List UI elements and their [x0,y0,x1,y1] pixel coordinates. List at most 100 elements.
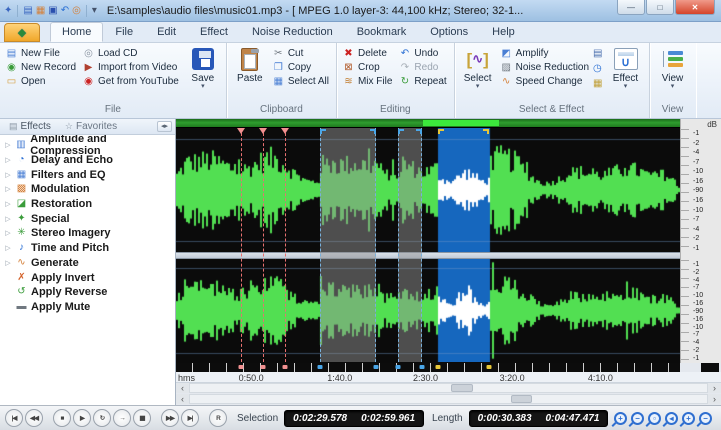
tree-item-special[interactable]: ▷ ✦ Special [4,211,175,226]
tab-edit[interactable]: Edit [145,22,188,42]
zoom-out-button[interactable]: − [631,411,644,425]
view-button[interactable]: View ▾ [653,45,693,90]
loop-button[interactable]: ↻ [93,409,111,427]
expand-arrow-icon[interactable]: ▷ [4,244,12,252]
waveform-display[interactable] [176,119,680,363]
expand-arrow-icon[interactable]: ▷ [4,200,12,208]
timer-icon[interactable]: ◷ [593,63,602,74]
bookmark-marker-icon[interactable] [258,128,267,134]
effect-button[interactable]: ∪ Effect ▾ [606,45,646,90]
zoom-vertical-out-button[interactable]: − [699,411,712,425]
marquee-tool-icon[interactable]: ▤ [593,48,602,59]
record-button[interactable]: R [209,409,227,427]
tree-item-filters-and-eq[interactable]: ▷ ▦ Filters and EQ [4,167,175,182]
open-icon[interactable]: ▦ [36,5,45,16]
overview-bar[interactable] [176,119,680,128]
noise-reduction-button[interactable]: ▨ Noise Reduction [500,62,589,73]
scroll-left-arrow[interactable]: ‹ [176,394,189,404]
minimize-button[interactable]: — [617,0,645,15]
amplify-button[interactable]: ◩ Amplify [500,48,589,59]
close-button[interactable]: ✕ [675,0,715,15]
play-button[interactable]: ▶ [73,409,91,427]
skip-start-button[interactable]: |◀ [5,409,23,427]
play-selection-button[interactable]: → [113,409,131,427]
tab-help[interactable]: Help [480,22,527,42]
tree-item-generate[interactable]: ▷ ∿ Generate [4,256,175,271]
grid-icon[interactable]: ▦ [593,78,602,89]
delete-button[interactable]: ✖ Delete [342,48,392,59]
application-menu-button[interactable]: ◆ [4,23,40,42]
scroll-right-arrow[interactable]: › [708,383,721,393]
qat-dropdown-icon[interactable]: ▾ [92,5,97,16]
tab-effect[interactable]: Effect [188,22,240,42]
new-file-button[interactable]: ▤ New File [5,48,76,59]
expand-arrow-icon[interactable]: ▷ [4,141,12,149]
tab-bookmark[interactable]: Bookmark [345,22,419,42]
tab-file[interactable]: File [103,22,145,42]
redo-button[interactable]: ↷ Redo [398,62,446,73]
skip-end-button[interactable]: ▶| [181,409,199,427]
app-icon[interactable]: ✦ [4,5,12,16]
get-from-youtube-button[interactable]: ◉ Get from YouTube [82,76,179,87]
zoom-selection-button[interactable]: ▫ [648,411,661,425]
pane-cycle-button[interactable]: ◂▸ [156,121,172,132]
expand-arrow-icon[interactable]: ▷ [4,259,12,267]
speed-change-button[interactable]: ∿ Speed Change [500,76,589,87]
new-file-icon[interactable]: ▤ [23,5,32,16]
tab-home[interactable]: Home [50,22,104,42]
expand-arrow-icon[interactable]: ▷ [4,215,12,223]
cut-button[interactable]: ✂ Cut [272,48,329,59]
tab-options[interactable]: Options [418,22,480,42]
mix-file-button[interactable]: ≋ Mix File [342,76,392,87]
zoom-vertical-in-button[interactable]: + [682,411,695,425]
select-button[interactable]: [∿] Select ▾ [458,45,498,91]
copy-button[interactable]: ❐ Copy [272,62,329,73]
channel-divider[interactable] [176,252,680,259]
bookmark-marker-icon[interactable] [280,128,289,134]
save-icon[interactable]: ▣ [48,5,57,16]
undo-button[interactable]: ↶ Undo [398,48,446,59]
scrollbar-thumb[interactable] [510,395,533,403]
expand-arrow-icon[interactable]: ▷ [4,156,12,164]
zoom-full-button[interactable]: ◂ [665,411,678,425]
repeat-button[interactable]: ↻ Repeat [398,76,447,87]
tab-noise-reduction[interactable]: Noise Reduction [240,22,345,42]
pause-button[interactable]: ▮▮ [133,409,151,427]
region-start-marker-icon[interactable] [397,129,404,134]
bookmark-line[interactable] [284,128,286,362]
waveform-right-channel[interactable] [176,259,680,362]
open-button[interactable]: ▭ Open [5,76,76,87]
tree-item-modulation[interactable]: ▷ ▩ Modulation [4,182,175,197]
bookmark-marker-icon[interactable] [237,128,246,134]
new-record-button[interactable]: ◉ New Record [5,62,76,73]
tree-item-apply-mute[interactable]: ▬ Apply Mute [4,300,175,315]
region-end-marker-icon[interactable] [369,129,376,134]
zoom-in-button[interactable]: + [614,411,627,425]
undo-icon[interactable]: ↶ [61,5,69,16]
scroll-left-arrow[interactable]: ‹ [176,383,189,393]
region-start-marker-icon[interactable] [319,129,326,134]
tab-favorites[interactable]: ☆ Favorites [59,120,123,133]
bookmark-line[interactable] [241,128,243,362]
timeline-ruler[interactable] [176,363,680,373]
tree-item-time-and-pitch[interactable]: ▷ ♪ Time and Pitch [4,241,175,256]
expand-arrow-icon[interactable]: ▷ [4,185,12,193]
rewind-button[interactable]: ◀◀ [25,409,43,427]
tree-item-apply-reverse[interactable]: ↺ Apply Reverse [4,285,175,300]
selection-start-marker-icon[interactable] [437,129,444,134]
region-highlight[interactable] [397,128,423,362]
tab-effects[interactable]: ▤ Effects [3,120,57,133]
tree-item-amplitude-and-compression[interactable]: ▷ ▥ Amplitude and Compression [4,135,175,157]
load-cd-button[interactable]: ◎ Load CD [82,48,179,59]
maximize-button[interactable]: □ [646,0,674,15]
import-from-video-button[interactable]: ▶ Import from Video [82,62,179,73]
bookmark-line[interactable] [262,128,264,362]
waveform-left-channel[interactable] [176,128,680,252]
crop-button[interactable]: ⊠ Crop [342,62,392,73]
tree-item-apply-invert[interactable]: ✗ Apply Invert [4,270,175,285]
fast-forward-button[interactable]: ▶▶ [161,409,179,427]
selection-end-marker-icon[interactable] [483,129,490,134]
select-all-button[interactable]: ▦ Select All [272,76,329,87]
scrollbar-thumb[interactable] [451,384,473,392]
tree-item-stereo-imagery[interactable]: ▷ ✳ Stereo Imagery [4,226,175,241]
